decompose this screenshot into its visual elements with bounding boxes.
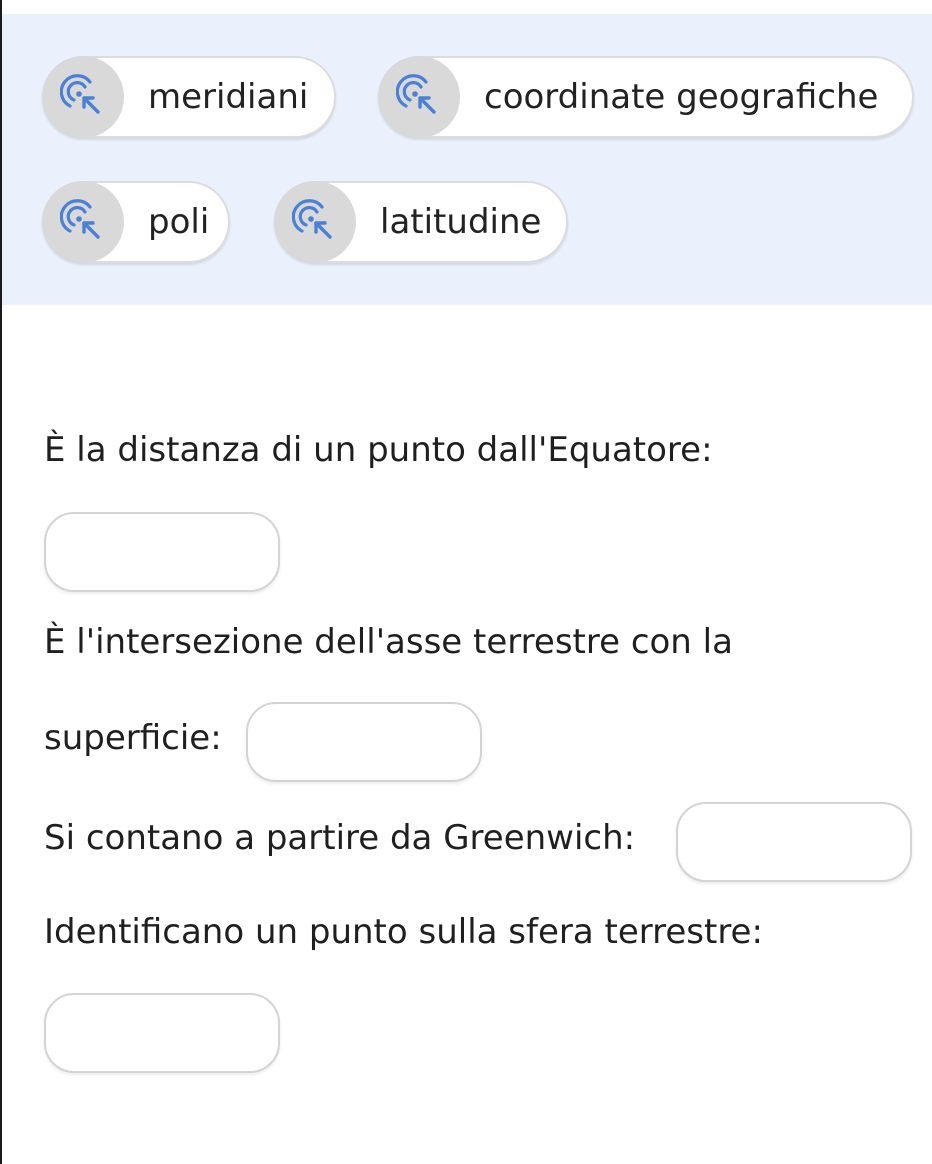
drag-target-icon	[60, 74, 100, 114]
question-1-text: È la distanza di un punto dall'Equatore:	[44, 430, 713, 470]
question-2-text-line1: È l'intersezione dell'asse terrestre con…	[44, 622, 733, 662]
drag-target-icon	[60, 199, 100, 239]
exercise-page: meridiani coordinate geografiche poli la…	[0, 0, 932, 1164]
chip-latitudine[interactable]: latitudine	[274, 181, 568, 263]
answer-slot-2[interactable]	[246, 702, 482, 782]
drag-handle[interactable]	[378, 56, 460, 138]
word-bank: meridiani coordinate geografiche poli la…	[2, 14, 932, 305]
answer-slot-1[interactable]	[44, 512, 280, 592]
chip-label: coordinate geografiche	[484, 77, 879, 117]
chip-poli[interactable]: poli	[42, 181, 230, 263]
chip-label: poli	[148, 202, 210, 242]
answer-slot-4[interactable]	[44, 993, 280, 1073]
chip-label: latitudine	[380, 202, 542, 242]
drag-target-icon	[292, 199, 332, 239]
chip-meridiani[interactable]: meridiani	[42, 56, 336, 138]
drag-handle[interactable]	[42, 56, 124, 138]
drag-handle[interactable]	[274, 181, 356, 263]
drag-handle[interactable]	[42, 181, 124, 263]
question-2-text-line2: superficie:	[44, 718, 222, 758]
drag-target-icon	[396, 74, 436, 114]
answer-slot-3[interactable]	[676, 802, 912, 882]
chip-label: meridiani	[148, 77, 309, 117]
question-4-text: Identificano un punto sulla sfera terres…	[44, 912, 763, 952]
chip-coordinate-geografiche[interactable]: coordinate geografiche	[378, 56, 914, 138]
question-3-text: Si contano a partire da Greenwich:	[44, 818, 636, 858]
